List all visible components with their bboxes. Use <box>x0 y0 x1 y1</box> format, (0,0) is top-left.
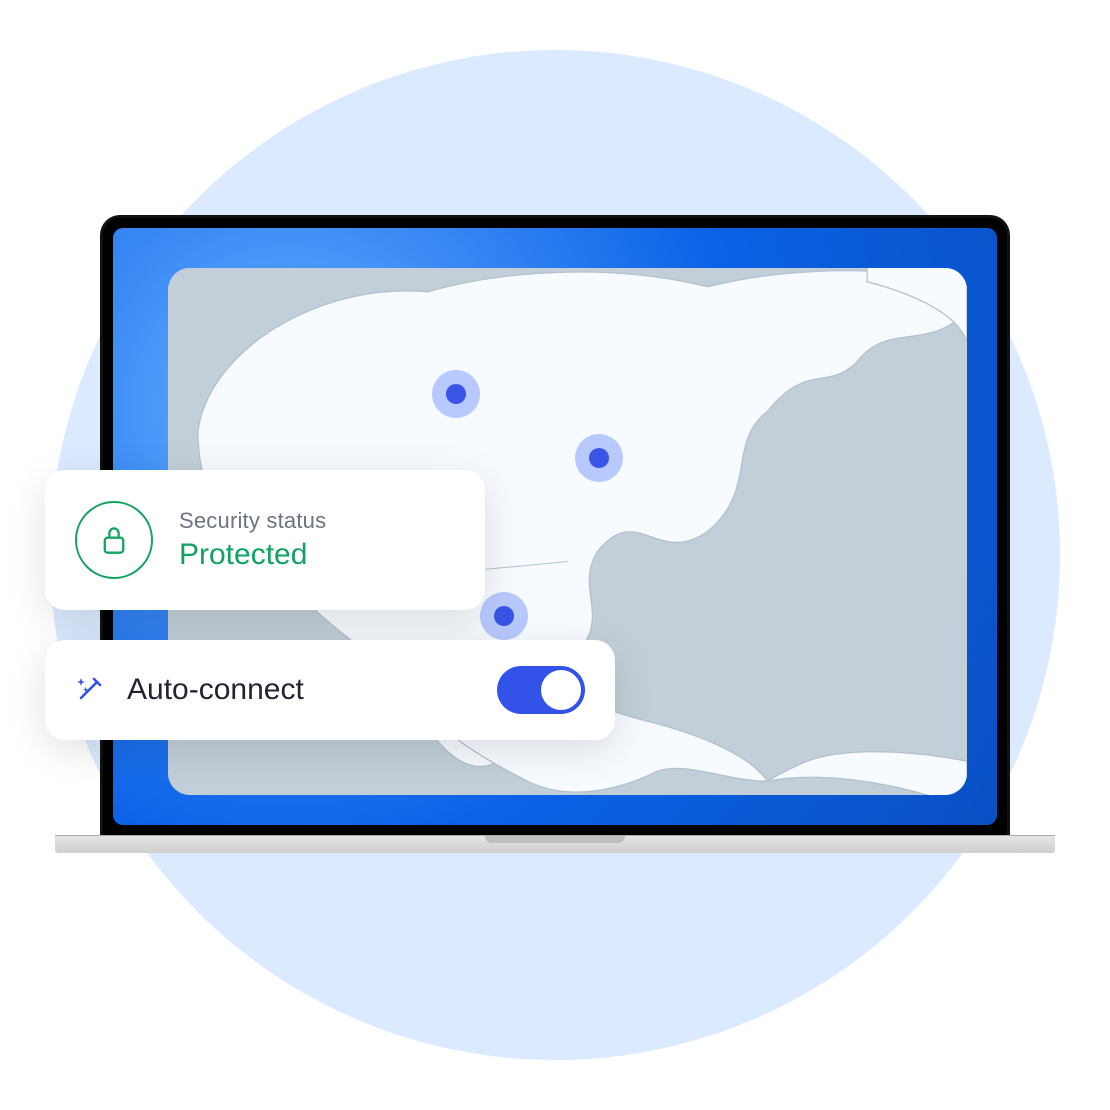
auto-connect-toggle[interactable] <box>497 666 585 714</box>
security-status-value: Protected <box>179 538 326 572</box>
marker-south[interactable] <box>480 592 528 640</box>
security-status-text: Security status Protected <box>179 508 326 572</box>
security-status-title: Security status <box>179 508 326 534</box>
wand-icon <box>75 672 107 709</box>
auto-connect-label: Auto-connect <box>127 673 477 707</box>
marker-east[interactable] <box>575 434 623 482</box>
laptop-base <box>55 835 1055 853</box>
auto-connect-card: Auto-connect <box>45 640 615 740</box>
security-status-card: Security status Protected <box>45 470 485 610</box>
marker-north[interactable] <box>432 370 480 418</box>
lock-icon <box>75 501 153 579</box>
